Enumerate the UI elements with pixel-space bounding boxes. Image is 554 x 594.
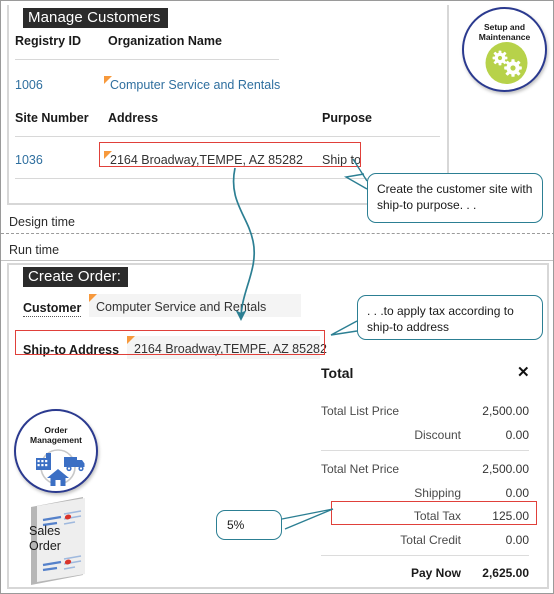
total-row-value-6: 2,625.00 bbox=[482, 566, 529, 580]
house-icon bbox=[47, 469, 69, 486]
value-customer: Computer Service and Rentals bbox=[96, 300, 267, 314]
column-header-purpose: Purpose bbox=[322, 111, 373, 125]
cell-site-number[interactable]: 1036 bbox=[15, 153, 43, 167]
factory-icon bbox=[36, 453, 51, 470]
divider bbox=[15, 59, 279, 60]
total-panel-title: Total bbox=[321, 365, 354, 381]
column-header-registry-id: Registry ID bbox=[15, 34, 81, 48]
gears-icon bbox=[485, 42, 528, 84]
label-ship-to-address: Ship-to Address bbox=[23, 343, 120, 357]
total-row-value-1: 0.00 bbox=[505, 428, 529, 442]
sales-order-document-label: Sales Order bbox=[29, 524, 85, 554]
order-management-badge: Order Management bbox=[14, 409, 98, 493]
value-ship-to-address: 2164 Broadway,TEMPE, AZ 85282 bbox=[134, 342, 327, 356]
cell-registry-id[interactable]: 1006 bbox=[15, 78, 43, 92]
callout-apply-tax: . . .to apply tax according to ship-to a… bbox=[357, 295, 543, 340]
total-row-value-5: 0.00 bbox=[505, 533, 529, 547]
phase-label-run-time: Run time bbox=[9, 243, 60, 257]
close-icon[interactable]: ✕ bbox=[517, 365, 530, 380]
total-row-value-4: 125.00 bbox=[492, 509, 529, 523]
column-header-site-number: Site Number bbox=[15, 111, 89, 125]
label-customer: Customer bbox=[23, 301, 82, 317]
total-row-value-2: 2,500.00 bbox=[482, 462, 529, 476]
cell-purpose: Ship to bbox=[322, 153, 361, 167]
sales-order-label-line2: Order bbox=[29, 539, 61, 553]
column-header-organization-name: Organization Name bbox=[108, 34, 222, 48]
page-title-create-order: Create Order: bbox=[23, 267, 128, 287]
total-row-value-0: 2,500.00 bbox=[482, 404, 529, 418]
total-row-value-3: 0.00 bbox=[505, 486, 529, 500]
phase-label-design-time: Design time bbox=[9, 215, 75, 229]
divider bbox=[321, 450, 529, 451]
link-organization-name[interactable]: Computer Service and Rentals bbox=[110, 78, 280, 92]
divider bbox=[321, 555, 529, 556]
supply-chain-icon bbox=[36, 449, 85, 486]
callout-tax-rate: 5% bbox=[216, 510, 282, 540]
sales-order-label-line1: Sales bbox=[29, 524, 61, 538]
run-time-divider bbox=[1, 260, 553, 261]
design-run-dashed-divider bbox=[1, 233, 553, 234]
callout-create-site: Create the customer site with ship-to pu… bbox=[367, 173, 543, 223]
column-header-address: Address bbox=[108, 111, 159, 125]
page-title-manage-customers: Manage Customers bbox=[23, 8, 168, 28]
screenshot-root: Manage Customers Registry ID Organizatio… bbox=[0, 0, 554, 594]
cell-address: 2164 Broadway,TEMPE, AZ 85282 bbox=[110, 153, 303, 167]
setup-and-maintenance-badge: Setup and Maintenance bbox=[462, 7, 547, 92]
divider bbox=[15, 136, 440, 137]
